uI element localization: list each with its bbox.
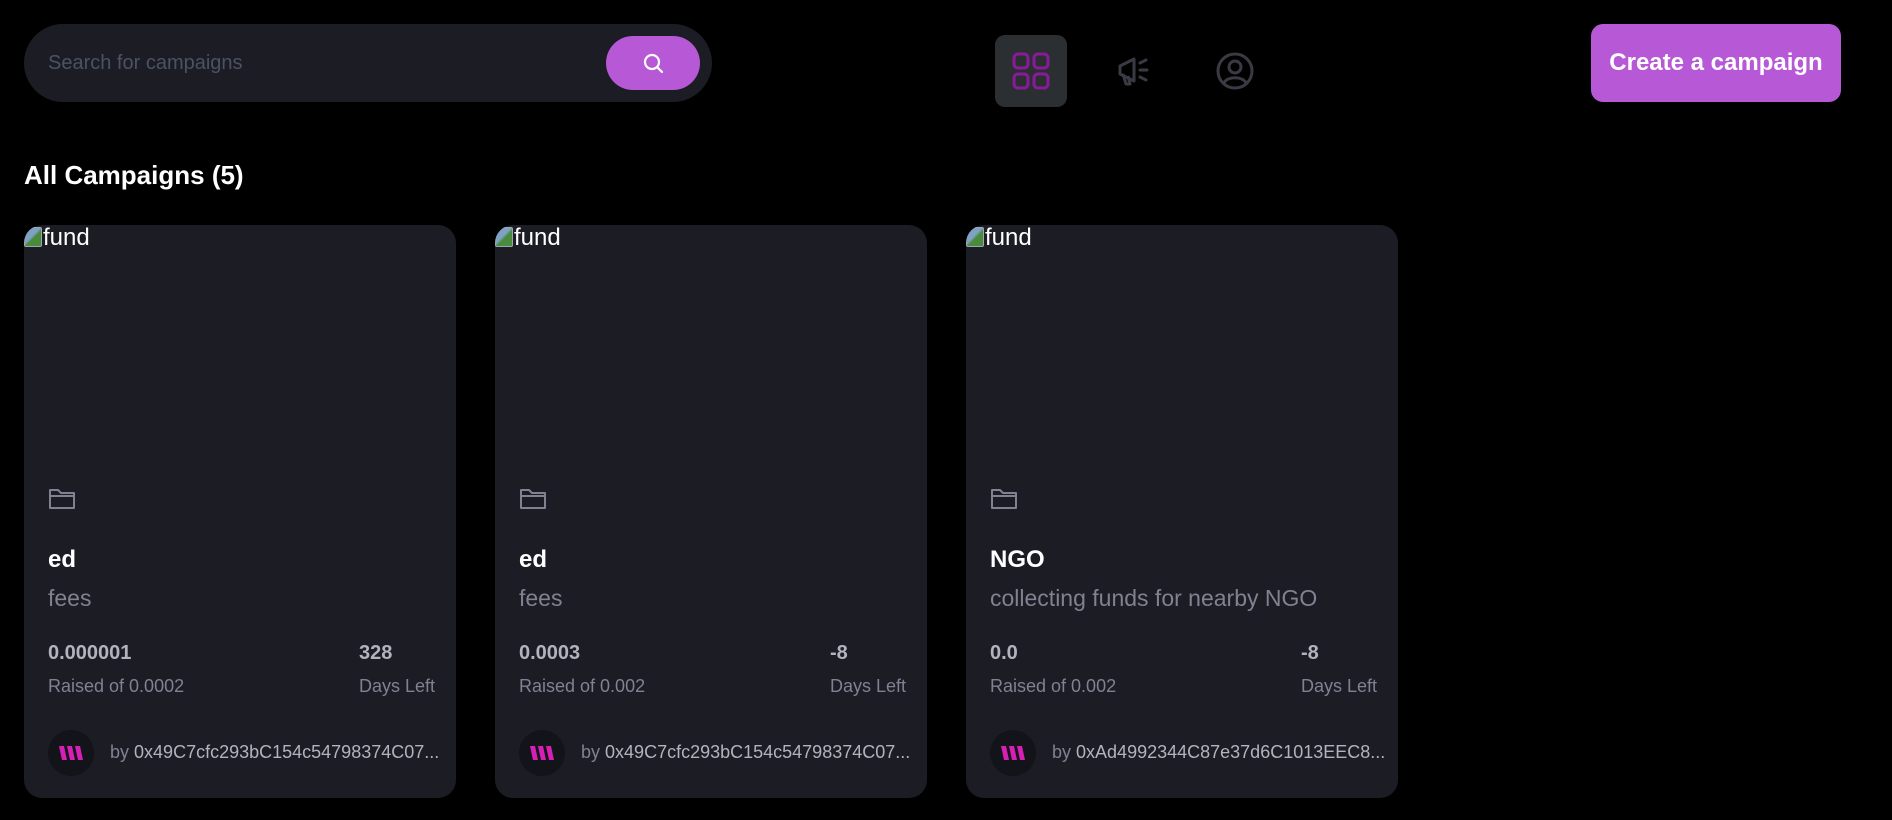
broken-image-icon <box>24 227 42 247</box>
owner-prefix: by <box>581 742 601 762</box>
folder-icon <box>991 489 1017 509</box>
campaign-card[interactable]: fund ed fees 0.000001 Raised of 0.0002 3… <box>24 225 456 798</box>
dashboard-icon <box>1012 52 1050 90</box>
owner-address: by 0x49C7cfc293bC154c54798374C07... <box>110 742 439 763</box>
campaign-title: ed <box>48 546 77 573</box>
campaign-image: fund <box>495 225 927 465</box>
thirdweb-logo-icon <box>530 746 554 760</box>
campaign-image: fund <box>24 225 456 465</box>
nav-profile[interactable] <box>1199 35 1271 107</box>
owner-address-value: 0x49C7cfc293bC154c54798374C07... <box>605 742 911 762</box>
search-bar <box>24 24 712 102</box>
raised-value: 0.000001 <box>48 642 132 664</box>
nav-dashboard[interactable] <box>995 35 1067 107</box>
raised-label: Raised of 0.0002 <box>48 676 185 696</box>
campaign-card[interactable]: fund ed fees 0.0003 Raised of 0.002 -8 D… <box>495 225 927 798</box>
owner-address-value: 0xAd4992344C87e37d6C1013EEC8... <box>1076 742 1386 762</box>
owner-address-value: 0x49C7cfc293bC154c54798374C07... <box>134 742 440 762</box>
broken-image-icon <box>495 227 513 247</box>
days-left-value: 328 <box>359 642 393 664</box>
days-left-label: Days Left <box>359 676 436 696</box>
broken-image-icon <box>966 227 984 247</box>
folder-icon <box>49 489 75 509</box>
campaign-description: collecting funds for nearby NGO <box>990 585 1318 611</box>
days-left-value: -8 <box>830 642 848 664</box>
campaign-description: fees <box>519 585 563 611</box>
search-button[interactable] <box>606 36 700 90</box>
campaign-image-alt: fund <box>514 225 561 251</box>
campaign-image-alt: fund <box>985 225 1032 251</box>
campaign-title: NGO <box>990 546 1045 573</box>
avatar <box>519 730 565 776</box>
owner-address: by 0x49C7cfc293bC154c54798374C07... <box>581 742 910 763</box>
avatar <box>990 730 1036 776</box>
raised-value: 0.0 <box>990 642 1018 664</box>
thirdweb-logo-icon <box>1001 746 1025 760</box>
owner-address: by 0xAd4992344C87e37d6C1013EEC8... <box>1052 742 1385 763</box>
campaign-image: fund <box>966 225 1398 465</box>
nav-campaigns[interactable] <box>1098 35 1170 107</box>
campaign-card[interactable]: fund NGO collecting funds for nearby NGO… <box>966 225 1398 798</box>
search-icon <box>643 53 664 74</box>
campaign-title: ed <box>519 546 548 573</box>
raised-value: 0.0003 <box>519 642 581 664</box>
folder-icon <box>520 489 546 509</box>
profile-icon <box>1216 52 1254 90</box>
raised-label: Raised of 0.002 <box>990 676 1117 696</box>
campaign-icon <box>1118 57 1149 86</box>
thirdweb-logo-icon <box>59 746 83 760</box>
days-left-value: -8 <box>1301 642 1319 664</box>
avatar <box>48 730 94 776</box>
days-left-label: Days Left <box>830 676 907 696</box>
owner-prefix: by <box>110 742 130 762</box>
owner-prefix: by <box>1052 742 1072 762</box>
page-title: All Campaigns (5) <box>24 160 244 190</box>
raised-label: Raised of 0.002 <box>519 676 646 696</box>
campaign-image-alt: fund <box>43 225 90 251</box>
days-left-label: Days Left <box>1301 676 1378 696</box>
create-campaign-button[interactable]: Create a campaign <box>1591 24 1841 102</box>
campaign-description: fees <box>48 585 92 611</box>
